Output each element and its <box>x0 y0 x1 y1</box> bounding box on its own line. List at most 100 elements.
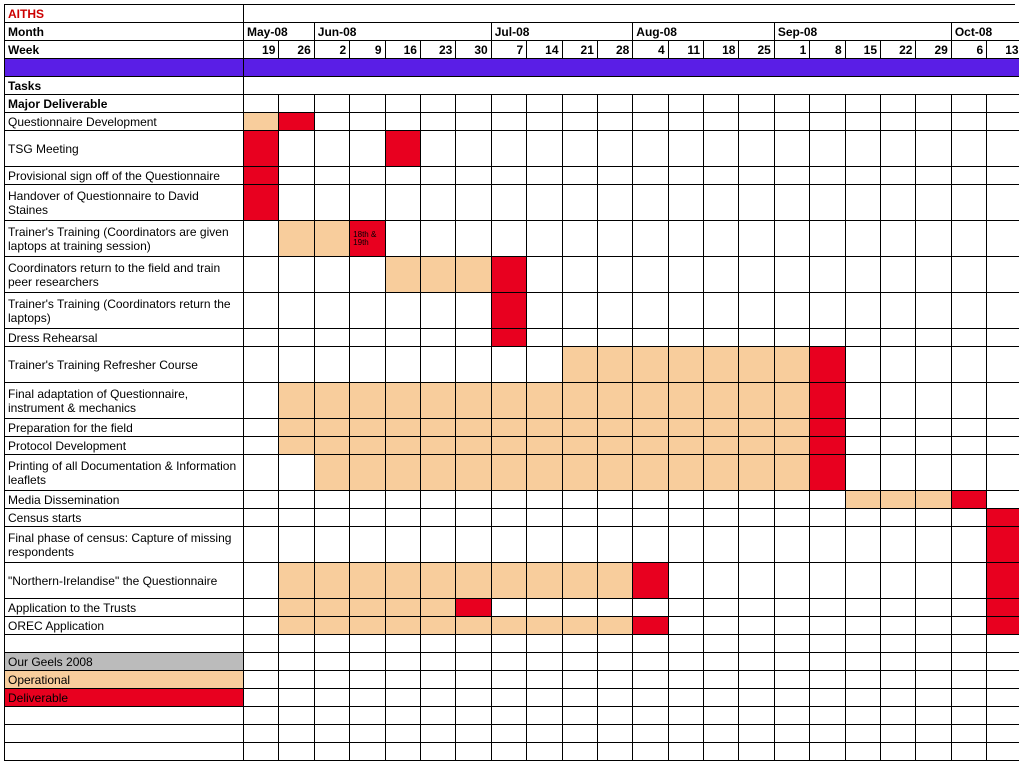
task-cell-empty <box>916 113 951 131</box>
task-cell-op <box>386 419 421 437</box>
legend-blank <box>244 653 279 671</box>
trailing-blank-cell <box>846 725 881 743</box>
trailing-blank-cell <box>704 743 739 761</box>
task-cell-empty <box>492 347 527 383</box>
task-cell-empty <box>456 167 491 185</box>
trailing-blank-cell <box>952 725 987 743</box>
week-number: 22 <box>881 41 916 59</box>
blank-cell <box>846 95 881 113</box>
task-cell-empty <box>775 293 810 329</box>
task-label: "Northern-Irelandise" the Questionnaire <box>5 563 244 599</box>
task-cell-empty <box>916 527 951 563</box>
task-cell-empty <box>881 167 916 185</box>
task-cell-op <box>598 437 633 455</box>
spacer-cell <box>456 635 491 653</box>
legend-blank <box>315 671 350 689</box>
task-cell-empty <box>881 527 916 563</box>
legend-blank <box>846 689 881 707</box>
trailing-blank-cell <box>669 725 704 743</box>
month-header: Jun-08 <box>315 23 492 41</box>
tasks-label: Tasks <box>5 77 244 95</box>
task-label: Trainer's Training Refresher Course <box>5 347 244 383</box>
legend-blank <box>669 653 704 671</box>
task-cell-empty <box>386 221 421 257</box>
tasks-row-blank <box>244 77 1019 95</box>
task-cell-empty <box>952 419 987 437</box>
blank-cell <box>456 95 491 113</box>
task-cell-op <box>527 617 562 635</box>
task-cell-empty <box>916 617 951 635</box>
trailing-blank-cell <box>916 707 951 725</box>
week-number: 23 <box>421 41 456 59</box>
task-cell-empty <box>916 383 951 419</box>
legend-blank <box>987 653 1019 671</box>
trailing-blank-cell <box>739 707 774 725</box>
task-cell-op <box>315 419 350 437</box>
task-cell-empty <box>704 491 739 509</box>
legend-blank <box>952 689 987 707</box>
task-cell-empty <box>952 347 987 383</box>
task-cell-empty <box>987 437 1019 455</box>
task-cell-empty <box>386 293 421 329</box>
task-cell-empty <box>527 113 562 131</box>
week-number: 30 <box>456 41 491 59</box>
legend-blank <box>350 671 385 689</box>
task-cell-empty <box>633 491 668 509</box>
week-number: 15 <box>846 41 881 59</box>
task-cell-empty <box>633 329 668 347</box>
task-cell-empty <box>598 221 633 257</box>
task-cell-empty <box>987 383 1019 419</box>
legend-blank <box>386 671 421 689</box>
legend-blank <box>704 689 739 707</box>
task-cell-empty <box>315 167 350 185</box>
task-cell-empty <box>846 383 881 419</box>
task-cell-empty <box>952 167 987 185</box>
task-cell-empty <box>916 329 951 347</box>
spacer-cell <box>633 635 668 653</box>
trailing-blank-cell <box>527 743 562 761</box>
task-cell-empty <box>987 113 1019 131</box>
week-number: 28 <box>598 41 633 59</box>
task-cell-empty <box>739 131 774 167</box>
task-cell-empty <box>527 293 562 329</box>
task-cell-empty <box>810 617 845 635</box>
task-cell-empty <box>810 527 845 563</box>
task-cell-empty <box>279 257 314 293</box>
task-cell-empty <box>775 185 810 221</box>
task-cell-empty <box>669 257 704 293</box>
task-cell-op <box>350 455 385 491</box>
task-cell-empty <box>421 491 456 509</box>
task-cell-empty <box>527 527 562 563</box>
trailing-blank-cell <box>916 743 951 761</box>
legend-blank <box>598 689 633 707</box>
task-cell-op <box>386 257 421 293</box>
task-label: Census starts <box>5 509 244 527</box>
legend-blank <box>456 653 491 671</box>
spacer-cell <box>527 635 562 653</box>
task-cell-op <box>350 599 385 617</box>
task-cell-op <box>421 455 456 491</box>
task-cell-empty <box>881 455 916 491</box>
spacer-cell <box>563 635 598 653</box>
task-cell-op <box>598 347 633 383</box>
task-cell-empty <box>987 293 1019 329</box>
legend-blank <box>456 689 491 707</box>
task-cell-empty <box>598 113 633 131</box>
task-cell-op <box>492 419 527 437</box>
week-number: 11 <box>669 41 704 59</box>
trailing-blank-cell <box>704 707 739 725</box>
blank-cell <box>350 95 385 113</box>
task-cell-empty <box>527 347 562 383</box>
task-cell-empty <box>421 221 456 257</box>
trailing-blank-label <box>5 743 244 761</box>
task-cell-op <box>279 617 314 635</box>
trailing-blank-cell <box>987 707 1019 725</box>
trailing-blank-cell <box>846 743 881 761</box>
task-cell-empty <box>916 437 951 455</box>
task-cell-op <box>563 455 598 491</box>
task-cell-empty <box>563 527 598 563</box>
task-cell-del-note: 18th & 19th <box>350 221 385 257</box>
task-cell-empty <box>669 185 704 221</box>
legend-blank <box>916 689 951 707</box>
trailing-blank-cell <box>739 743 774 761</box>
